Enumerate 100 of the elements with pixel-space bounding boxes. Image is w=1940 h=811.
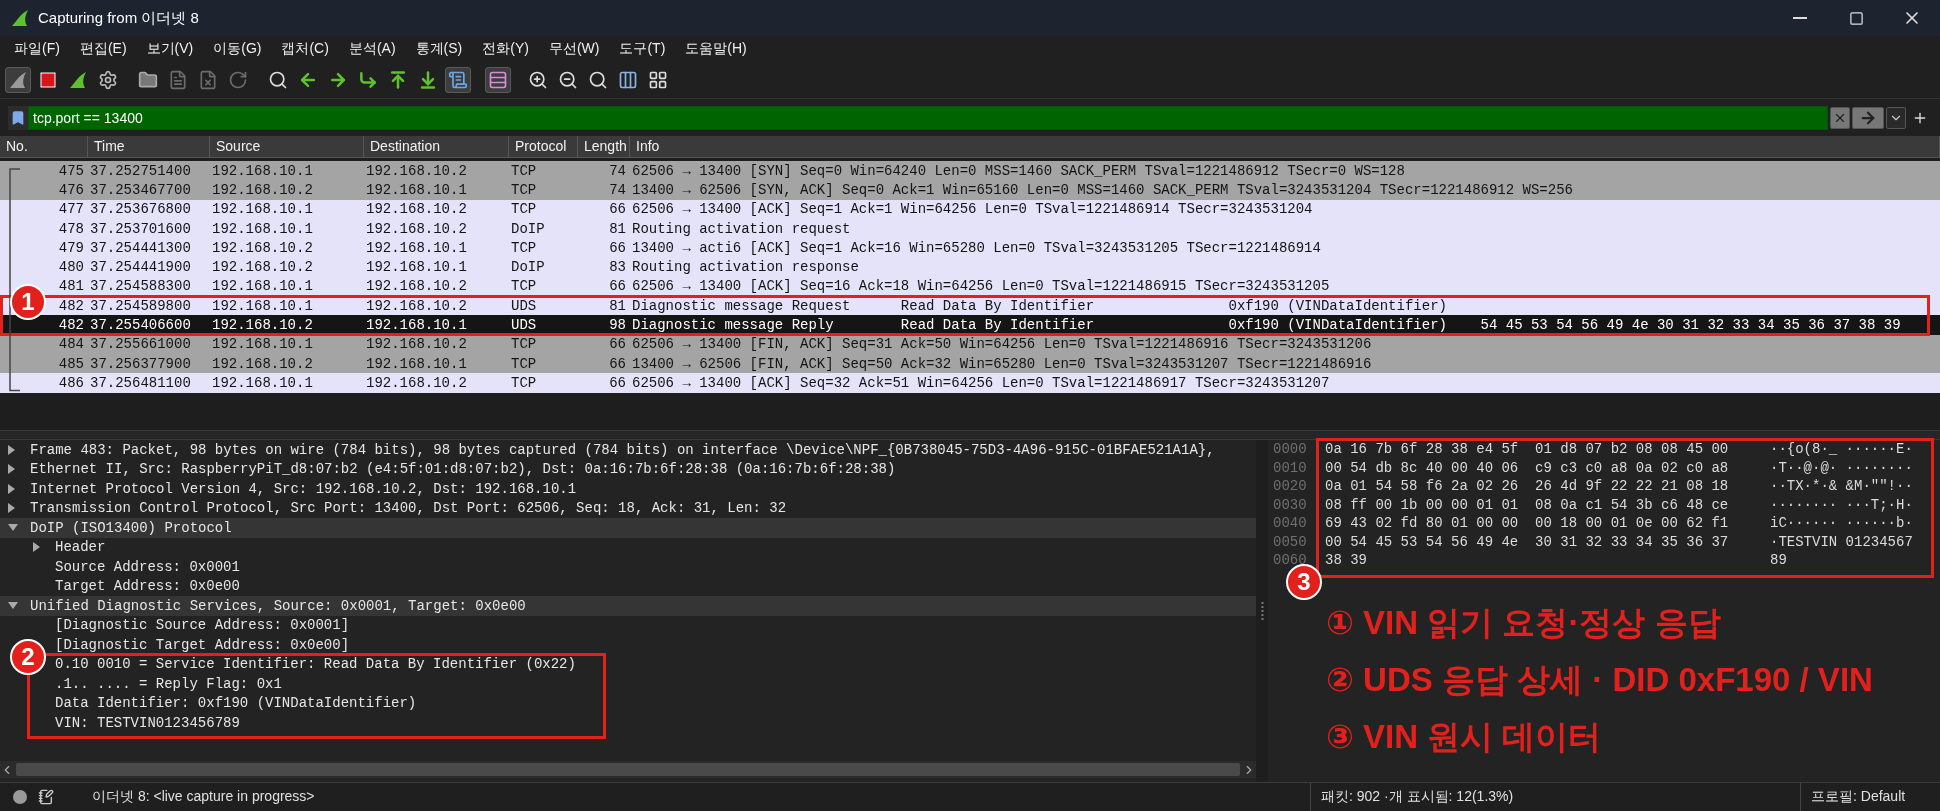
column-header[interactable]: Source — [210, 136, 364, 157]
table-cell-text: 192.168.10.1 — [211, 162, 314, 179]
column-header[interactable]: Time — [88, 136, 210, 157]
tree-item-text[interactable]: DoIP (ISO13400) Protocol — [30, 519, 232, 536]
menu-item[interactable]: 분석(A) — [340, 38, 404, 60]
column-header[interactable]: Length — [578, 136, 630, 157]
hex-offset: 0050 — [1273, 533, 1308, 550]
table-cell-text: 37.254441900 — [89, 259, 192, 276]
callout-badge: 3 — [1286, 564, 1322, 600]
splitter-grip-icon[interactable] — [1260, 602, 1264, 620]
ascii-text[interactable]: iC······ ······b· — [1770, 515, 1913, 532]
table-cell-text: 81 — [609, 220, 627, 237]
capture-status-icon[interactable] — [12, 789, 28, 805]
table-cell-text: 192.168.10.1 — [211, 201, 314, 218]
tree-item-text[interactable]: [Diagnostic Source Address: 0x0001] — [55, 617, 350, 634]
packet-row[interactable]: 486 37.256481100 192.168.10.1 192.168.10.2 TCP 66 62506 → 13400 [ACK] Seq=32 Ack=51 Win=64256 Len=0 TSval=1221486917 TSecr=3243531207 — [0, 373, 1940, 393]
hex-bytes[interactable]: 0a 16 7b 6f 28 38 e4 5f 01 d8 07 b2 08 08 45 00 — [1325, 441, 1770, 458]
colorize-button[interactable] — [485, 67, 511, 93]
go-to-icon — [358, 70, 378, 90]
profile-text[interactable]: 프로필: Default — [1801, 788, 1916, 806]
start-capture-button[interactable] — [5, 67, 31, 93]
packet-row[interactable]: 485 37.256377900 192.168.10.2 192.168.10.1 TCP 66 13400 → 62506 [FIN, ACK] Seq=50 Ack=32 Win=65280 Len=0 TSval=3243531207 TSecr=1221486916 — [0, 353, 1940, 374]
packet-row[interactable]: 475 37.252751400 192.168.10.1 192.168.10.2 TCP 74 62506 → 13400 [SYN] Seq=0 Win=64240 Len=0 MSS=1460 SACK_PERM TSval=1221486912 TSecr=0 WS=128 — [0, 161, 1940, 181]
menu-item[interactable]: 캡처(C) — [273, 38, 337, 60]
hex-bytes[interactable]: 00 54 45 53 54 56 49 4e 30 31 32 33 34 35 36 37 — [1325, 533, 1770, 550]
menu-item[interactable]: 편집(E) — [71, 38, 135, 60]
menu-item[interactable]: 무선(W) — [540, 38, 608, 60]
packet-row[interactable]: 479 37.254441300 192.168.10.2 192.168.10.1 TCP 66 13400 → acti6 [ACK] Seq=1 Ack=16 Win=65280 Len=0 TSval=3243531205 TSecr=1221486914 — [0, 238, 1940, 258]
column-header[interactable]: No. — [0, 136, 88, 157]
clear-filter-button[interactable] — [1830, 106, 1850, 129]
menu-item[interactable]: 통계(S) — [407, 38, 471, 60]
table-cell-text: 37.254441300 — [89, 239, 192, 256]
table-cell-text: 478 — [58, 220, 85, 237]
hex-bytes[interactable]: 69 43 02 fd 80 01 00 00 00 18 00 01 0e 00 62 f1 — [1325, 515, 1770, 532]
ascii-text[interactable]: ·T··@·@· ········ — [1770, 459, 1913, 476]
table-cell-text: 74 — [609, 162, 627, 179]
apply-filter-button[interactable] — [1852, 106, 1884, 129]
menu-item[interactable]: 전화(Y) — [474, 38, 537, 60]
tree-item-text[interactable]: Target Address: 0x0e00 — [55, 578, 240, 595]
table-cell-text: TCP — [510, 374, 538, 391]
arrow-down-icon — [418, 70, 438, 90]
caret-right-icon[interactable] — [33, 542, 41, 553]
caret-right-icon[interactable] — [8, 503, 16, 514]
table-cell-text: 480 — [58, 259, 85, 276]
packet-row[interactable]: 484 37.255661000 192.168.10.1 192.168.10.2 TCP 66 62506 → 13400 [FIN, ACK] Seq=31 Ack=50 Win=64256 Len=0 TSval=1221486916 TSecr=3243531206 — [0, 334, 1940, 354]
caret-right-icon[interactable] — [8, 444, 16, 455]
hex-bytes[interactable]: 08 ff 00 1b 00 00 01 01 08 0a c1 54 3b c6 48 ce — [1325, 496, 1770, 513]
packet-row[interactable]: 480 37.254441900 192.168.10.2 192.168.10.1 DoIP 83 Routing activation response — [0, 257, 1940, 277]
tree-item-text[interactable]: Internet Protocol Version 4, Src: 192.168.10.2, Dst: 192.168.10.1 — [30, 480, 577, 497]
caret-right-icon[interactable] — [8, 464, 16, 475]
ascii-text[interactable]: 89 — [1770, 552, 1787, 569]
packet-row[interactable]: 477 37.253676800 192.168.10.1 192.168.10.2 TCP 66 62506 → 13400 [ACK] Seq=1 Ack=1 Win=64256 Len=0 TSval=1221486914 TSecr=3243531204 — [0, 199, 1940, 219]
hex-bytes[interactable]: 38 39 — [1325, 552, 1770, 569]
tree-item-text[interactable]: Header — [55, 539, 106, 556]
table-cell-text: 62506 → 13400 [ACK] Seq=32 Ack=51 Win=64256 Len=0 TSval=1221486917 TSecr=3243531207 — [631, 374, 1331, 391]
display-filter-field[interactable]: tcp.port == 13400 — [28, 105, 1828, 130]
table-cell-text: 37.256481100 — [89, 374, 192, 391]
tree-item-text[interactable]: Transmission Control Protocol, Src Port: 13400, Dst Port: 62506, Seq: 18, Ack: 31, Len: 32 — [30, 500, 787, 517]
ascii-text[interactable]: ··TX·*·& &M·""!·· — [1770, 478, 1913, 495]
column-header[interactable]: Destination — [364, 136, 509, 157]
tree-item-text[interactable]: Source Address: 0x0001 — [55, 558, 240, 575]
caret-down-icon[interactable] — [8, 601, 18, 610]
horizontal-scrollbar[interactable] — [0, 761, 1256, 778]
packet-row[interactable]: 476 37.253467700 192.168.10.2 192.168.10.1 TCP 74 13400 → 62506 [SYN, ACK] Seq=0 Ack=1 Win=65160 Len=0 MSS=1460 SACK_PERM TSval=3243531204 TSecr=1221486912 WS=256 — [0, 180, 1940, 200]
table-cell-text: 477 — [58, 201, 85, 218]
pane-splitter[interactable] — [0, 430, 1940, 440]
tree-item-text[interactable]: .1.. .... = Reply Flag: 0x1 — [55, 675, 282, 692]
autoscroll-button[interactable] — [445, 67, 471, 93]
tree-item-text[interactable]: 0.10 0010 = Service Identifier: Read Data By Identifier (0x22) — [55, 656, 576, 673]
menu-item[interactable]: 이동(G) — [205, 38, 270, 60]
tree-item-text[interactable]: VIN: TESTVIN0123456789 — [55, 714, 240, 731]
packet-count-text: 패킷: 902 ·개 표시됨: 12(1.3%) — [1320, 788, 1515, 806]
caret-right-icon[interactable] — [8, 483, 16, 494]
menu-item[interactable]: 보기(V) — [138, 38, 202, 60]
comment-icon[interactable] — [38, 789, 54, 805]
table-cell-text: 81 — [609, 297, 627, 314]
table-cell-text: Routing activation request — [631, 220, 852, 237]
tree-item-text[interactable]: Frame 483: Packet, 98 bytes on wire (784 bits), 98 bytes captured (784 bits) on interface \Device\NPF_{0B738045-75D3-4A96-915C-01BFAE521A1A}, — [30, 441, 1215, 458]
ascii-text[interactable]: ··{o(8·_ ······E· — [1770, 441, 1913, 458]
tree-item-text[interactable]: Data Identifier: 0xf190 (VINDataIdentifier) — [55, 695, 417, 712]
column-header[interactable]: Info — [630, 136, 1940, 157]
menu-item[interactable]: 도구(T) — [611, 38, 674, 60]
table-cell-text: 192.168.10.1 — [211, 336, 314, 353]
ascii-text[interactable]: ·TESTVIN 01234567 — [1770, 533, 1913, 550]
filter-history-button[interactable] — [1886, 106, 1906, 129]
packet-row[interactable]: 478 37.253701600 192.168.10.1 192.168.10.2 DoIP 81 Routing activation request — [0, 218, 1940, 239]
table-cell-text: 192.168.10.1 — [365, 355, 468, 372]
table-cell-text: 62506 → 13400 [FIN, ACK] Seq=31 Ack=50 Win=64256 Len=0 TSval=1221486916 TSecr=3243531206 — [631, 336, 1373, 353]
column-header[interactable]: Protocol — [509, 136, 578, 157]
hex-bytes[interactable]: 0a 01 54 58 f6 2a 02 26 26 4d 9f 22 22 21 08 18 — [1325, 478, 1770, 495]
table-cell-text: 192.168.10.1 — [211, 278, 314, 295]
tree-item-text[interactable]: Ethernet II, Src: RaspberryPiT_d8:07:b2 (e4:5f:01:d8:07:b2), Dst: 0a:16:7b:6f:28:38 (0a:16:7b:6f:28:38) — [30, 461, 896, 478]
menu-item[interactable]: 파일(F) — [6, 38, 68, 60]
table-cell-text: Diagnostic message Reply Read Data By Identifier 0xf190 (VINDataIdentifier) 54 45 53 54 56 49 4e 30 31 32 33 34 35 36 37 38 39 — [631, 317, 1902, 333]
ascii-text[interactable]: ········ ···T;·H· — [1770, 496, 1913, 513]
tree-item-text[interactable]: [Diagnostic Target Address: 0x0e00] — [55, 636, 350, 653]
menu-item[interactable]: 도움말(H) — [677, 38, 755, 60]
bookmark-button[interactable] — [8, 105, 28, 130]
caret-down-icon[interactable] — [8, 523, 18, 532]
hex-bytes[interactable]: 00 54 db 8c 40 00 40 06 c9 c3 c0 a8 0a 02 c0 a8 — [1325, 459, 1770, 476]
